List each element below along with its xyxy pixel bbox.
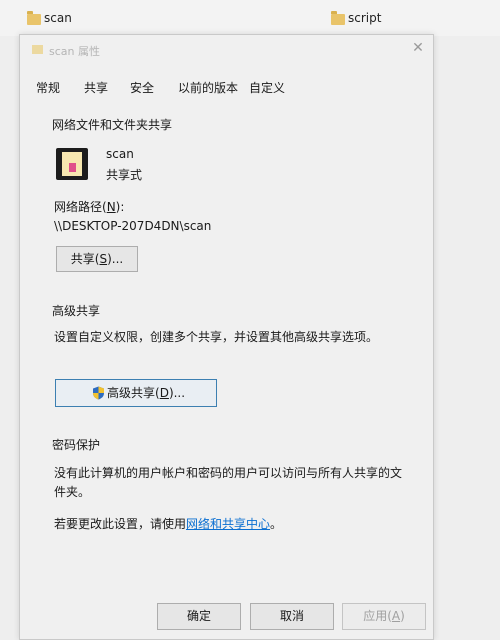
tab-previous-versions[interactable]: 以前的版本 [178, 79, 238, 96]
password-description-line2: 件夹。 [54, 485, 91, 499]
tab-sharing[interactable]: 共享 [84, 79, 108, 96]
tab-security[interactable]: 安全 [130, 79, 154, 96]
password-description-line1: 没有此计算机的用户帐户和密码的用户可以访问与所有人共享的文 [54, 466, 403, 480]
properties-dialog: scan 属性 ✕ 常规 共享 安全 以前的版本 自定义 网络文件和文件夹共享 … [19, 34, 434, 640]
shared-folder-icon [56, 148, 88, 180]
tab-customize[interactable]: 自定义 [249, 79, 285, 96]
password-protection-heading: 密码保护 [52, 438, 101, 452]
dialog-titlebar[interactable]: scan 属性 ✕ [20, 35, 433, 65]
cancel-button[interactable]: 取消 [250, 603, 334, 630]
folder-label-script[interactable]: script [348, 11, 381, 25]
tab-general[interactable]: 常规 [36, 79, 60, 96]
network-sharing-heading: 网络文件和文件夹共享 [52, 118, 173, 132]
uac-shield-icon [93, 386, 104, 400]
ok-button[interactable]: 确定 [157, 603, 241, 630]
network-sharing-center-link[interactable]: 网络和共享中心 [186, 517, 270, 531]
share-button[interactable]: 共享(S)... [56, 246, 138, 272]
change-setting-text: 若要更改此设置，请使用网络和共享中心。 [54, 517, 283, 531]
close-icon[interactable]: ✕ [411, 41, 425, 55]
dialog-title: scan 属性 [49, 45, 100, 58]
advanced-sharing-button-label: 高级共享(D)... [107, 386, 186, 400]
network-path-value[interactable]: \\DESKTOP-207D4DN\scan [54, 219, 211, 233]
advanced-sharing-heading: 高级共享 [52, 304, 101, 318]
folder-icon [331, 11, 345, 25]
network-path-label: 网络路径(N): [54, 200, 125, 214]
folder-icon [32, 45, 43, 54]
item-name: scan [106, 147, 134, 161]
apply-button[interactable]: 应用(A) [342, 603, 426, 630]
advanced-sharing-description: 设置自定义权限，创建多个共享，并设置其他高级共享选项。 [54, 330, 379, 344]
folder-label-scan[interactable]: scan [44, 11, 72, 25]
item-share-status: 共享式 [106, 168, 143, 182]
explorer-background: scan script [0, 0, 500, 36]
advanced-sharing-button[interactable]: 高级共享(D)... [55, 379, 217, 407]
folder-icon [27, 11, 41, 25]
